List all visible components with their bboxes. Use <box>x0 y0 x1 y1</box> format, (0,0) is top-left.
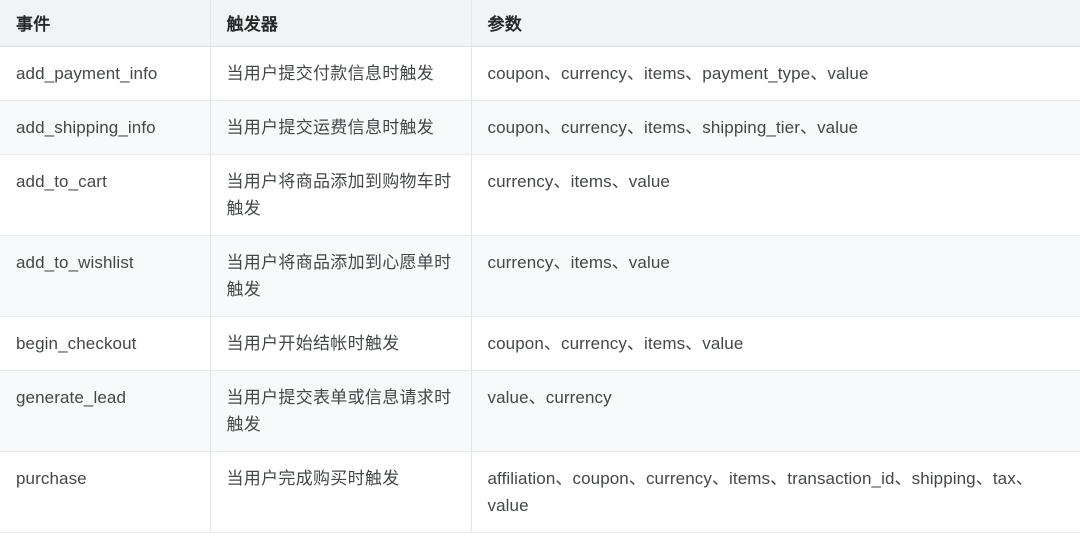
events-parameters-table: 事件 触发器 参数 add_payment_info 当用户提交付款信息时触发 … <box>0 0 1080 533</box>
table-row: generate_lead 当用户提交表单或信息请求时触发 value、curr… <box>0 370 1080 452</box>
cell-event: begin_checkout <box>0 316 211 371</box>
column-header-event: 事件 <box>0 0 211 47</box>
cell-trigger: 当用户将商品添加到心愿单时触发 <box>210 235 472 317</box>
cell-event: add_to_wishlist <box>0 235 211 317</box>
cell-params: currency、items、value <box>471 235 1080 317</box>
cell-params: coupon、currency、items、value <box>471 316 1080 371</box>
cell-trigger: 当用户将商品添加到购物车时触发 <box>210 154 472 236</box>
table-row: add_to_cart 当用户将商品添加到购物车时触发 currency、ite… <box>0 154 1080 236</box>
table-row: begin_checkout 当用户开始结帐时触发 coupon、currenc… <box>0 316 1080 371</box>
table-row: purchase 当用户完成购买时触发 affiliation、coupon、c… <box>0 451 1080 533</box>
cell-params: currency、items、value <box>471 154 1080 236</box>
cell-trigger: 当用户提交表单或信息请求时触发 <box>210 370 472 452</box>
cell-event: add_shipping_info <box>0 100 211 155</box>
cell-event: add_to_cart <box>0 154 211 236</box>
cell-params: value、currency <box>471 370 1080 452</box>
table-body: add_payment_info 当用户提交付款信息时触发 coupon、cur… <box>0 46 1080 533</box>
cell-trigger: 当用户完成购买时触发 <box>210 451 472 533</box>
column-header-trigger: 触发器 <box>210 0 472 47</box>
table-row: add_to_wishlist 当用户将商品添加到心愿单时触发 currency… <box>0 235 1080 317</box>
table-row: add_payment_info 当用户提交付款信息时触发 coupon、cur… <box>0 46 1080 101</box>
cell-event: add_payment_info <box>0 46 211 101</box>
cell-params: coupon、currency、items、payment_type、value <box>471 46 1080 101</box>
cell-trigger: 当用户提交运费信息时触发 <box>210 100 472 155</box>
cell-params: coupon、currency、items、shipping_tier、valu… <box>471 100 1080 155</box>
table-header-row: 事件 触发器 参数 <box>0 0 1080 47</box>
table-row: add_shipping_info 当用户提交运费信息时触发 coupon、cu… <box>0 100 1080 155</box>
table-header: 事件 触发器 参数 <box>0 0 1080 47</box>
cell-trigger: 当用户提交付款信息时触发 <box>210 46 472 101</box>
cell-event: generate_lead <box>0 370 211 452</box>
cell-trigger: 当用户开始结帐时触发 <box>210 316 472 371</box>
cell-params: affiliation、coupon、currency、items、transa… <box>471 451 1080 533</box>
column-header-params: 参数 <box>471 0 1080 47</box>
cell-event: purchase <box>0 451 211 533</box>
